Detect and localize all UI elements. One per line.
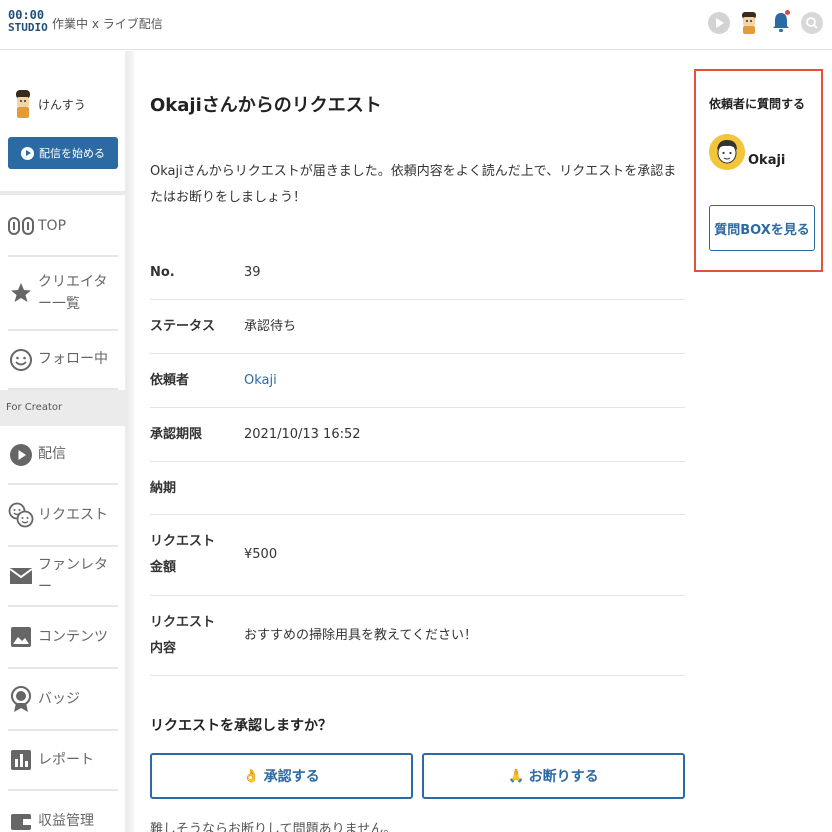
sidebar-divider [0, 191, 126, 195]
deadline-value: 2021/10/13 16:52 [244, 427, 361, 442]
intro-text: Okajiさんからリクエストが届きました。依頼内容をよく読んだ上で、リクエストを… [150, 164, 677, 205]
requester-link[interactable]: Okaji [244, 368, 277, 394]
sidebar-item-label: リクエスト [38, 506, 108, 523]
smiley-icon [8, 347, 34, 373]
logo-line1: 00:00 [8, 8, 45, 22]
wallet-icon [8, 808, 34, 832]
sidebar-item-report[interactable]: レポート [8, 731, 118, 791]
table-row: ステータス 承認待ち [150, 300, 685, 354]
sidebar-item-label: 配信 [38, 446, 66, 463]
confirm-question: リクエストを承認しますか？ [150, 718, 332, 734]
sidebar-item-label: レポート [38, 751, 94, 768]
approve-label: 承認する [263, 769, 320, 785]
sidebar-item-earnings[interactable]: 収益管理 [8, 791, 118, 832]
sidebar-item-label: ファンレター [38, 556, 108, 595]
approve-button[interactable]: 👌 承認する [150, 753, 413, 799]
request-content-value: おすすめの掃除用具を教えてください！ [244, 628, 477, 643]
sidebar-item-label: バッジ [38, 690, 80, 707]
sidebar-item-label: クリエイター一覧 [38, 273, 108, 312]
table-row: 依頼者 Okaji [150, 354, 685, 408]
row-key: 納期 [150, 481, 177, 496]
decline-note: 難しそうならお断りして問題ありません。 [150, 822, 397, 832]
notification-dot [785, 10, 790, 15]
decline-label: お断りする [528, 769, 599, 785]
requester-avatar[interactable] [709, 134, 745, 170]
play-circle-icon [21, 146, 34, 160]
site-subtitle: 作業中 x ライブ配信 [52, 17, 163, 31]
toppage-icon [8, 213, 34, 239]
amount-value: ¥500 [244, 547, 278, 562]
ok-hand-icon: 👌 [243, 768, 260, 784]
ask-requester-panel: 依頼者に質問する Okaji 質問BOXを見る [694, 69, 823, 272]
sidebar-item-top[interactable]: TOP [8, 197, 118, 257]
sidebar-item-badge[interactable]: バッジ [8, 669, 118, 731]
start-stream-label: 配信を始める [39, 147, 105, 160]
play-icon[interactable] [708, 12, 730, 34]
search-icon[interactable] [801, 12, 823, 34]
pray-hands-icon: 🙏 [508, 768, 525, 784]
site-logo[interactable]: 00:00 STUDIO [8, 8, 48, 34]
sidebar-item-following[interactable]: フォロー中 [8, 331, 118, 390]
table-row: リクエスト内容 おすすめの掃除用具を教えてください！ [150, 596, 685, 676]
requester-name: Okaji [748, 153, 786, 168]
row-key: リクエスト内容 [150, 615, 216, 656]
section-label-for-creator: For Creator [0, 390, 126, 426]
bell-icon[interactable] [770, 9, 792, 35]
envelope-icon [8, 563, 34, 589]
row-key: リクエスト金額 [150, 534, 216, 575]
user-avatar [16, 90, 30, 118]
row-key: 承認期限 [150, 427, 203, 442]
sidebar-item-label: コンテンツ [38, 628, 108, 645]
ask-panel-title: 依頼者に質問する [709, 97, 806, 111]
sidebar-item-label: フォロー中 [38, 351, 108, 368]
row-key: 依頼者 [150, 373, 190, 388]
sidebar-user[interactable]: けんすう [14, 89, 124, 119]
play-circle-icon [8, 442, 34, 468]
table-row: No. 39 [150, 247, 685, 300]
row-value: 39 [244, 265, 261, 280]
logo-line2: STUDIO [8, 21, 48, 34]
sidebar-item-fanletter[interactable]: ファンレター [8, 547, 118, 607]
faces-icon [8, 502, 34, 528]
sidebar-item-contents[interactable]: コンテンツ [8, 607, 118, 669]
row-key: No. [150, 265, 175, 280]
star-icon [8, 280, 34, 306]
sidebar-item-label: TOP [38, 217, 67, 234]
sidebar-item-request[interactable]: リクエスト [8, 485, 118, 547]
image-icon [8, 624, 34, 650]
request-info-table: No. 39 ステータス 承認待ち 依頼者 Okaji 承認期限 2021/10… [150, 247, 685, 676]
decline-button[interactable]: 🙏 お断りする [422, 753, 685, 799]
page-title: Okajiさんからのリクエスト [150, 95, 382, 116]
table-row: 承認期限 2021/10/13 16:52 [150, 408, 685, 462]
sidebar-item-creators[interactable]: クリエイター一覧 [8, 257, 118, 331]
sidebar: けんすう 配信を始める TOP クリエイター一覧 フォロー中 For Creat… [0, 51, 126, 832]
bar-chart-icon [8, 747, 34, 773]
start-stream-button[interactable]: 配信を始める [8, 137, 118, 169]
sidebar-item-stream[interactable]: 配信 [8, 426, 118, 485]
sidebar-shadow [126, 51, 134, 832]
user-name: けんすう [38, 98, 86, 112]
top-header: 00:00 STUDIO 作業中 x ライブ配信 [0, 0, 832, 50]
sidebar-item-label: 収益管理 [38, 812, 94, 829]
badge-icon [8, 686, 34, 712]
row-key: ステータス [150, 319, 216, 334]
table-row: リクエスト金額 ¥500 [150, 515, 685, 596]
view-question-box-button[interactable]: 質問BOXを見る [709, 205, 815, 251]
table-row: 納期 [150, 462, 685, 515]
status-value: 承認待ち [244, 319, 297, 334]
user-avatar-icon[interactable] [739, 11, 759, 35]
